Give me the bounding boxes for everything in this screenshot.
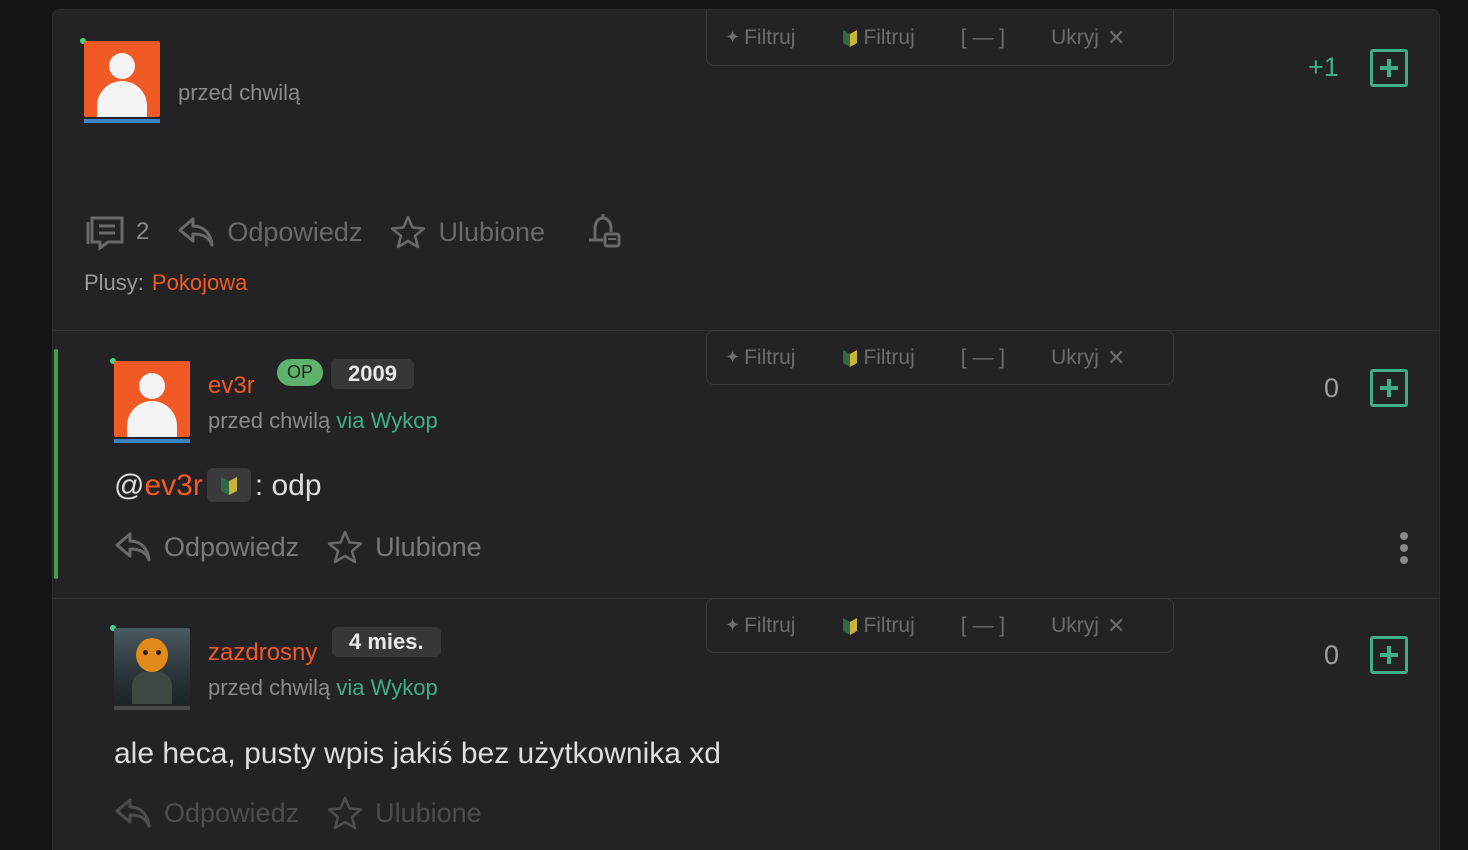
- vote-score: 0: [1324, 373, 1340, 403]
- username-link[interactable]: ev3r: [208, 372, 255, 400]
- upvote-button[interactable]: [1370, 369, 1408, 407]
- entry-actions: Odpowiedz Ulubione: [114, 796, 510, 830]
- newbie-leaf-icon: [843, 349, 858, 367]
- avatar-underline: [114, 439, 190, 443]
- star-icon: [327, 530, 363, 564]
- timestamp-line: przed chwilą via Wykop: [208, 408, 438, 434]
- newbie-leaf-icon: [843, 617, 858, 635]
- filter-newbie-button[interactable]: Filtruj: [841, 614, 915, 638]
- comment-entry-2: ✦ Filtruj Filtruj [ — ] Ukryj ✕ ev3r OP …: [53, 330, 1439, 598]
- timestamp[interactable]: przed chwilą: [208, 408, 330, 433]
- entry-toolbar: ✦ Filtruj Filtruj [ — ] Ukryj ✕: [706, 330, 1174, 385]
- favorite-button[interactable]: Ulubione: [327, 796, 482, 830]
- collapse-button[interactable]: [ — ]: [961, 614, 1005, 638]
- username-link[interactable]: zazdrosny: [208, 639, 317, 667]
- comment-entry-3: ✦ Filtruj Filtruj [ — ] Ukryj ✕ zazdrosn…: [53, 598, 1439, 850]
- entry-toolbar: ✦ Filtruj Filtruj [ — ] Ukryj ✕: [706, 598, 1174, 653]
- close-icon: ✕: [1106, 344, 1126, 370]
- upvote-button[interactable]: [1370, 49, 1408, 87]
- filter-button[interactable]: ✦ Filtruj: [725, 346, 795, 370]
- account-age-badge: 4 mies.: [332, 627, 441, 657]
- reply-icon: [178, 217, 214, 247]
- avatar-underline: [114, 706, 190, 710]
- bell-icon: [589, 214, 621, 248]
- comments-panel: ✦ Filtruj Filtruj [ — ] Ukryj ✕ przed ch…: [52, 9, 1440, 850]
- reply-button[interactable]: Odpowiedz: [114, 796, 299, 830]
- op-badge: OP: [277, 359, 324, 386]
- timestamp[interactable]: przed chwilą: [208, 675, 330, 700]
- reply-button[interactable]: Odpowiedz: [114, 530, 299, 564]
- newbie-leaf-icon: [220, 477, 237, 496]
- close-icon: ✕: [1106, 612, 1126, 638]
- vote-score: +1: [1308, 52, 1339, 82]
- via-wykop-link[interactable]: via Wykop: [336, 675, 437, 700]
- entry-actions: Odpowiedz Ulubione: [114, 530, 510, 564]
- avatar-underline: [84, 119, 160, 123]
- more-options-icon[interactable]: [1400, 532, 1408, 568]
- filter-newbie-button[interactable]: Filtruj: [841, 346, 915, 370]
- hide-button[interactable]: Ukryj ✕: [1051, 345, 1125, 371]
- avatar[interactable]: [114, 628, 190, 704]
- favorite-button[interactable]: Ulubione: [327, 530, 482, 564]
- comments-count-button[interactable]: 2: [84, 214, 149, 250]
- star-icon: [391, 215, 426, 249]
- filter-icon: ✦: [725, 615, 741, 635]
- timestamp[interactable]: przed chwilą: [178, 80, 300, 106]
- collapse-button[interactable]: [ — ]: [961, 346, 1005, 370]
- upvoter-link[interactable]: Pokojowa: [152, 270, 247, 295]
- filter-newbie-button[interactable]: Filtruj: [841, 26, 915, 50]
- avatar[interactable]: [114, 361, 190, 437]
- reply-icon: [115, 798, 151, 828]
- op-indicator-bar: [54, 349, 58, 579]
- hide-button[interactable]: Ukryj ✕: [1051, 25, 1125, 51]
- newbie-chip: [206, 468, 251, 503]
- comment-body: ale heca, pusty wpis jakiś bez użytkowni…: [114, 737, 721, 770]
- mention-link[interactable]: @ev3r: [114, 469, 203, 502]
- timestamp-line: przed chwilą via Wykop: [208, 675, 438, 701]
- favorite-button[interactable]: Ulubione: [390, 215, 545, 249]
- account-year-badge: 2009: [331, 359, 414, 389]
- star-icon: [327, 796, 363, 830]
- upvoters-line: Plusy: Pokojowa: [84, 270, 248, 295]
- collapse-button[interactable]: [ — ]: [961, 26, 1005, 50]
- reply-icon: [115, 532, 151, 562]
- reply-button[interactable]: Odpowiedz: [177, 215, 362, 249]
- filter-icon: ✦: [725, 27, 741, 47]
- hide-button[interactable]: Ukryj ✕: [1051, 613, 1125, 639]
- newbie-leaf-icon: [843, 29, 858, 47]
- filter-icon: ✦: [725, 347, 741, 367]
- via-wykop-link[interactable]: via Wykop: [336, 408, 437, 433]
- close-icon: ✕: [1106, 24, 1126, 50]
- avatar[interactable]: [84, 41, 160, 117]
- comment-entry-1: ✦ Filtruj Filtruj [ — ] Ukryj ✕ przed ch…: [53, 10, 1439, 330]
- entry-actions: 2 Odpowiedz Ulubione: [84, 212, 649, 252]
- entry-toolbar: ✦ Filtruj Filtruj [ — ] Ukryj ✕: [706, 10, 1174, 66]
- comments-icon: [86, 216, 124, 250]
- upvote-button[interactable]: [1370, 636, 1408, 674]
- filter-button[interactable]: ✦ Filtruj: [725, 26, 795, 50]
- notify-button[interactable]: [581, 212, 621, 252]
- comment-body: @ev3r: odp: [114, 468, 322, 503]
- filter-button[interactable]: ✦ Filtruj: [725, 614, 795, 638]
- vote-score: 0: [1324, 640, 1340, 670]
